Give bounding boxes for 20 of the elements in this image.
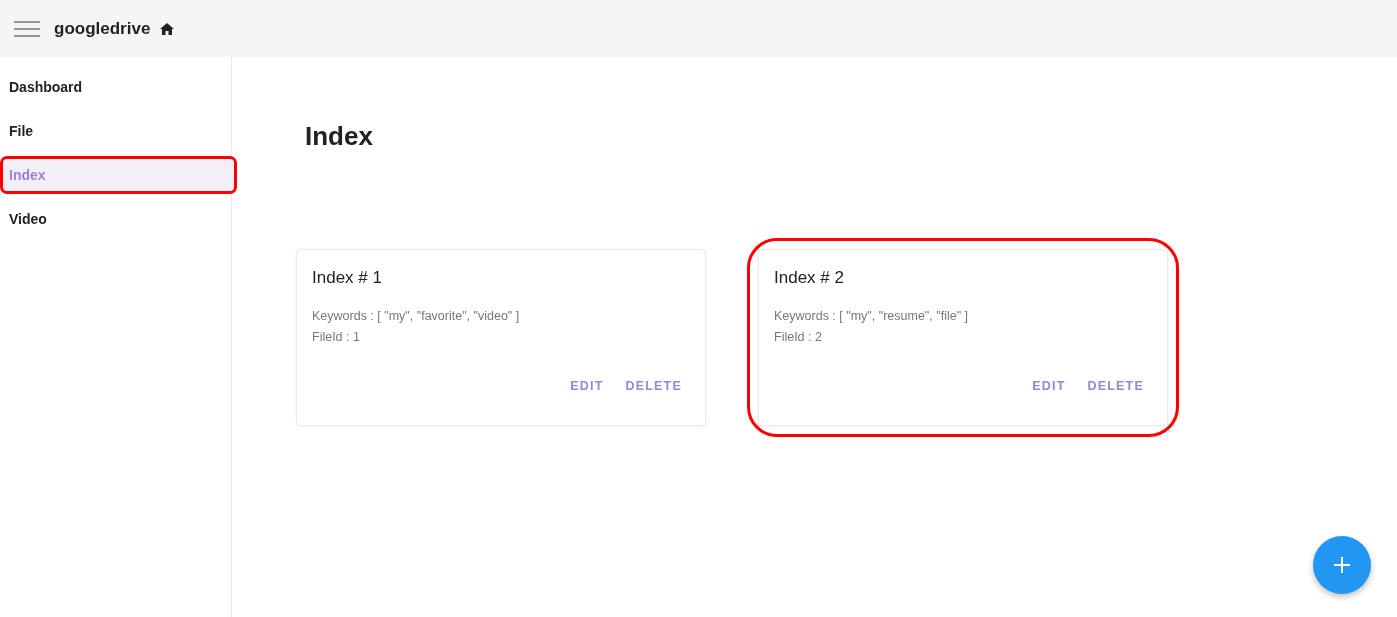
- add-button[interactable]: [1313, 536, 1371, 594]
- menu-icon[interactable]: [14, 20, 40, 37]
- card-text: Keywords : [ "my", "resume", "file" ]: [774, 309, 970, 323]
- plus-icon: [1334, 557, 1350, 573]
- card-text: FileId : 1: [312, 330, 361, 344]
- card-action-button[interactable]: EDIT: [562, 373, 612, 399]
- card-title: Index # 1: [312, 268, 383, 288]
- card-text: FileId : 2: [774, 330, 823, 344]
- card-action-button[interactable]: DELETE: [1079, 373, 1152, 399]
- sidebar-item[interactable]: Dashboard: [0, 68, 237, 106]
- card-action-button[interactable]: DELETE: [617, 373, 690, 399]
- page-title: Index: [305, 121, 374, 152]
- home-icon[interactable]: [160, 22, 175, 35]
- sidebar-item[interactable]: Video: [0, 200, 237, 238]
- app-title: googledrive: [54, 18, 151, 39]
- card-action-button[interactable]: EDIT: [1024, 373, 1074, 399]
- card-text: Keywords : [ "my", "favorite", "video" ]: [312, 309, 521, 323]
- sidebar-item[interactable]: Index: [0, 156, 237, 194]
- card-title: Index # 2: [774, 268, 845, 288]
- sidebar-item[interactable]: File: [0, 112, 237, 150]
